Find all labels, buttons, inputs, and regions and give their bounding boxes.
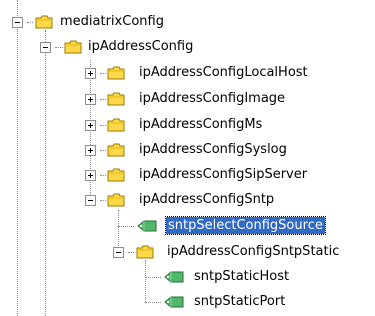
folder-icon — [64, 40, 82, 54]
folder-icon — [107, 118, 125, 132]
expand-toggle[interactable] — [85, 120, 96, 131]
expand-toggle[interactable] — [85, 145, 96, 156]
node-label: ipAddressConfig — [88, 39, 194, 54]
node-label: ipAddressConfigLocalHost — [139, 65, 308, 80]
folder-icon — [35, 15, 53, 29]
tree-node-ipaddressconfig[interactable]: ipAddressConfig — [0, 36, 375, 58]
mib-tree: mediatrixConfig ipAddressConfig ipAddres… — [0, 0, 375, 316]
tree-node-ipaddressconfigsyslog[interactable]: ipAddressConfigSyslog — [0, 139, 375, 161]
expand-toggle[interactable] — [85, 170, 96, 181]
node-label: ipAddressConfigSntp — [139, 192, 275, 207]
tree-node-sntpstatichost[interactable]: sntpStaticHost — [0, 266, 375, 288]
collapse-toggle[interactable] — [12, 17, 23, 28]
folder-icon — [107, 66, 125, 80]
tree-node-ipaddressconfigsntp[interactable]: ipAddressConfigSntp — [0, 189, 375, 211]
folder-icon — [107, 193, 125, 207]
node-label: ipAddressConfigImage — [139, 91, 286, 106]
folder-icon — [136, 245, 154, 259]
expand-toggle[interactable] — [85, 94, 96, 105]
folder-icon — [107, 92, 125, 106]
node-label: sntpStaticPort — [194, 294, 286, 309]
node-label: sntpSelectConfigSource — [165, 216, 326, 235]
node-label: ipAddressConfigSntpStatic — [167, 244, 340, 259]
collapse-toggle[interactable] — [40, 42, 51, 53]
tree-node-sntpstaticport[interactable]: sntpStaticPort — [0, 291, 375, 313]
collapse-toggle[interactable] — [85, 195, 96, 206]
leaf-variable-icon — [164, 296, 184, 308]
folder-icon — [107, 143, 125, 157]
tree-node-sntpselectconfigsource[interactable]: sntpSelectConfigSource — [0, 215, 375, 237]
leaf-variable-icon — [164, 271, 184, 283]
tree-node-ipaddressconfiglocalhost[interactable]: ipAddressConfigLocalHost — [0, 62, 375, 84]
tree-node-ipaddressconfigimage[interactable]: ipAddressConfigImage — [0, 88, 375, 110]
expand-toggle[interactable] — [85, 68, 96, 79]
tree-node-ipaddressconfigsipserver[interactable]: ipAddressConfigSipServer — [0, 164, 375, 186]
node-label: sntpStaticHost — [194, 269, 290, 284]
node-label: ipAddressConfigMs — [139, 117, 263, 132]
collapse-toggle[interactable] — [113, 247, 124, 258]
leaf-variable-icon — [137, 220, 157, 232]
node-label: ipAddressConfigSyslog — [139, 142, 287, 157]
tree-node-ipaddressconfigms[interactable]: ipAddressConfigMs — [0, 114, 375, 136]
folder-icon — [107, 168, 125, 182]
tree-node-mediatrixconfig[interactable]: mediatrixConfig — [0, 11, 375, 33]
node-label: ipAddressConfigSipServer — [139, 167, 308, 182]
node-label: mediatrixConfig — [60, 14, 164, 29]
tree-node-ipaddressconfigsntpstatic[interactable]: ipAddressConfigSntpStatic — [0, 241, 375, 263]
